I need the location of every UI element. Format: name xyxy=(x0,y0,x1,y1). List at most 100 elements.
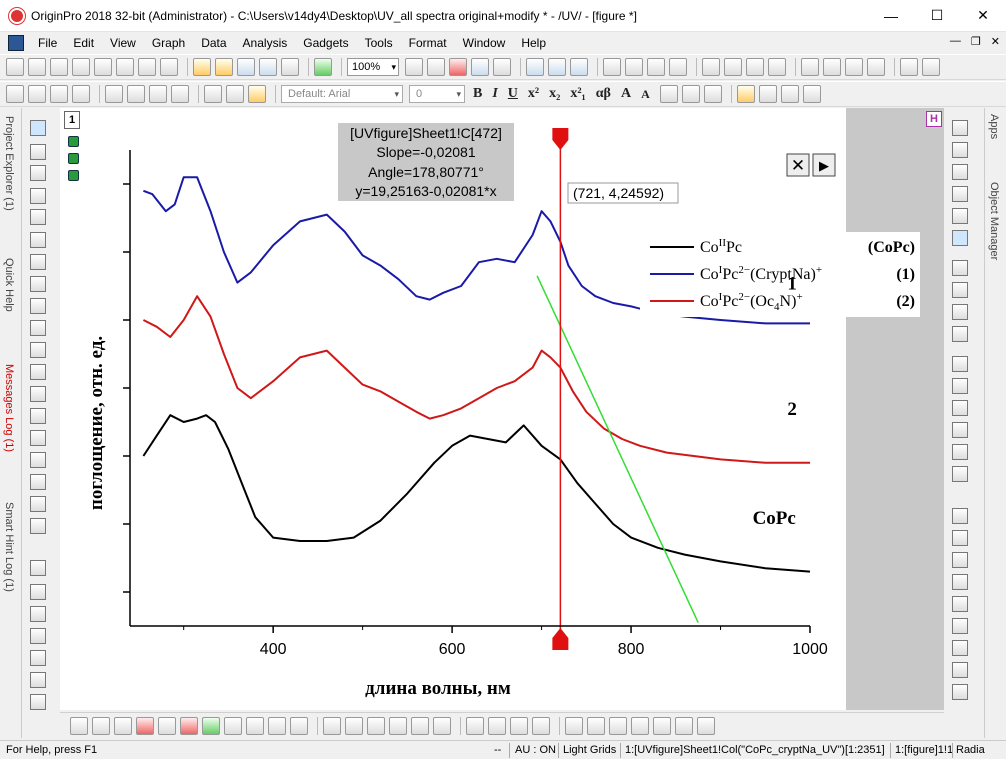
close-icon[interactable]: ✕ xyxy=(960,0,1006,32)
tangent-line[interactable] xyxy=(536,275,699,623)
y-axis-label[interactable]: поглощение, отн. ед. xyxy=(86,336,107,510)
layer-6-icon[interactable] xyxy=(433,716,451,735)
tab-quick-help[interactable]: Quick Help xyxy=(3,258,15,312)
calendar-icon[interactable] xyxy=(746,58,764,76)
layer-4-icon[interactable] xyxy=(389,716,407,735)
text-tool-icon[interactable] xyxy=(30,320,46,336)
column-tool-icon[interactable] xyxy=(30,650,46,666)
worksheet-script-icon[interactable] xyxy=(724,58,742,76)
rescale-icon[interactable] xyxy=(105,85,123,103)
new-notes-icon[interactable] xyxy=(138,58,156,76)
draw-data-icon[interactable] xyxy=(30,276,46,292)
copy-page-icon[interactable] xyxy=(427,58,445,76)
polar-plot-icon[interactable] xyxy=(224,716,242,735)
x-axis-label[interactable]: длина волны, нм xyxy=(365,678,511,699)
align-left-icon[interactable] xyxy=(952,508,968,524)
mdi-minimize-icon[interactable]: — xyxy=(950,35,961,48)
plot-setup-icon[interactable] xyxy=(72,85,90,103)
print-icon[interactable] xyxy=(405,58,423,76)
axis-top-icon[interactable] xyxy=(952,422,968,438)
minimize-icon[interactable]: — xyxy=(868,0,914,32)
new-excel-icon[interactable] xyxy=(160,58,178,76)
screen-reader-icon[interactable] xyxy=(30,188,46,204)
rectangle-tool-icon[interactable] xyxy=(30,408,46,424)
new-graph-icon[interactable] xyxy=(72,58,90,76)
folder-tool-icon[interactable] xyxy=(30,694,46,710)
annotation-icon[interactable] xyxy=(30,342,46,358)
menu-help[interactable]: Help xyxy=(513,32,554,54)
code-builder-icon[interactable] xyxy=(493,58,511,76)
open-icon[interactable] xyxy=(193,58,211,76)
save-icon[interactable] xyxy=(237,58,255,76)
menu-graph[interactable]: Graph xyxy=(144,32,193,54)
menu-format[interactable]: Format xyxy=(401,32,455,54)
column-values-icon[interactable] xyxy=(900,58,918,76)
recalculate-icon[interactable] xyxy=(314,58,332,76)
sigma-icon[interactable] xyxy=(845,58,863,76)
origin-app-icon[interactable] xyxy=(9,7,25,24)
layer-1-icon[interactable] xyxy=(323,716,341,735)
new-workbook-icon[interactable] xyxy=(28,58,46,76)
symbol-icon[interactable] xyxy=(802,85,821,103)
extract-icon[interactable] xyxy=(127,85,145,103)
ungroup-icon[interactable] xyxy=(587,716,605,735)
speed-mode-icon[interactable] xyxy=(952,230,968,246)
align-middle-icon[interactable] xyxy=(952,596,968,612)
find-icon[interactable] xyxy=(702,58,720,76)
graph-data-icon[interactable] xyxy=(6,85,24,103)
document-icon[interactable] xyxy=(8,35,24,51)
swap-icon[interactable] xyxy=(510,716,528,735)
duplicate-icon[interactable] xyxy=(471,58,489,76)
stock-plot-icon[interactable] xyxy=(246,716,264,735)
cut-icon[interactable] xyxy=(204,85,222,103)
data-selector-icon[interactable] xyxy=(30,232,46,248)
stats-icon[interactable] xyxy=(669,58,687,76)
italic-button[interactable]: I xyxy=(492,86,497,102)
arrow-tool-icon[interactable] xyxy=(30,364,46,380)
mdi-close-icon[interactable]: ✕ xyxy=(991,35,1000,48)
scatter-tool-icon[interactable] xyxy=(30,298,46,314)
backward-icon[interactable] xyxy=(675,716,693,735)
same-height-icon[interactable] xyxy=(952,684,968,700)
data-reader-icon[interactable] xyxy=(30,209,46,225)
font-select[interactable]: Default: Arial xyxy=(281,85,403,103)
axis-xy-icon[interactable] xyxy=(952,142,968,158)
line-style-icon[interactable] xyxy=(681,85,700,103)
tab-apps[interactable]: Apps xyxy=(988,114,1000,139)
tab-object-manager[interactable]: Object Manager xyxy=(988,182,1000,260)
tab-smart-hint-log[interactable]: Smart Hint Log (1) xyxy=(3,502,15,592)
menu-tools[interactable]: Tools xyxy=(357,32,401,54)
underline-button[interactable]: U xyxy=(508,86,518,102)
axis-none-icon[interactable] xyxy=(952,466,968,482)
zoom-out-icon[interactable] xyxy=(30,165,46,181)
pointer-tool-icon[interactable] xyxy=(30,120,46,136)
ternary-icon[interactable] xyxy=(268,716,286,735)
fill-color-icon[interactable] xyxy=(736,85,755,103)
paste-icon[interactable] xyxy=(248,85,266,103)
new-function-icon[interactable] xyxy=(94,58,112,76)
font-size-select[interactable]: 0 xyxy=(409,85,465,103)
circle-tool-icon[interactable] xyxy=(30,584,46,600)
add-column-icon[interactable] xyxy=(603,58,621,76)
region-tool-icon[interactable] xyxy=(30,452,46,468)
shape-icon[interactable] xyxy=(697,716,715,735)
list-tool-icon[interactable] xyxy=(30,560,46,576)
greek-button[interactable]: αβ xyxy=(596,86,611,102)
layer-contents-icon[interactable] xyxy=(28,85,46,103)
line-color-icon[interactable] xyxy=(780,85,799,103)
align-icon[interactable] xyxy=(659,85,678,103)
statistics-icon[interactable] xyxy=(823,58,841,76)
layer-arrange-icon[interactable] xyxy=(952,120,968,136)
front-icon[interactable] xyxy=(609,716,627,735)
distribute-icon[interactable] xyxy=(952,640,968,656)
zoom-in-icon[interactable] xyxy=(30,144,46,160)
layer-3-icon[interactable] xyxy=(367,716,385,735)
zoom-select[interactable]: 100% xyxy=(347,58,399,76)
scatter-plot-icon[interactable] xyxy=(92,716,110,735)
layout-3-icon[interactable] xyxy=(952,304,968,320)
new-project-icon[interactable] xyxy=(6,58,24,76)
supersub-button[interactable]: x²₁ xyxy=(570,86,585,102)
layer-5-icon[interactable] xyxy=(411,716,429,735)
layer-2-icon[interactable] xyxy=(345,716,363,735)
cursor-bottom-marker[interactable] xyxy=(552,628,569,650)
